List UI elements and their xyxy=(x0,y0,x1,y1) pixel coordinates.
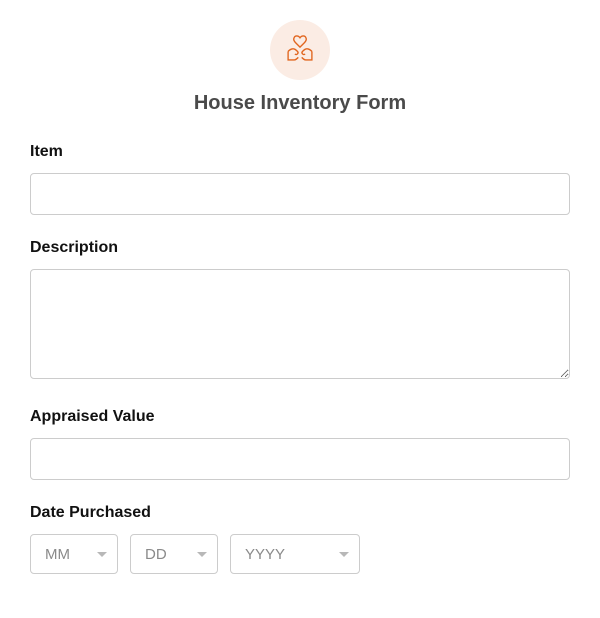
form-title: House Inventory Form xyxy=(30,92,570,115)
appraised-value-input[interactable] xyxy=(30,438,570,480)
form-container: House Inventory Form Item Description Ap… xyxy=(0,0,600,618)
month-placeholder: MM xyxy=(45,546,91,563)
field-item: Item xyxy=(30,143,570,215)
item-input[interactable] xyxy=(30,173,570,215)
item-label: Item xyxy=(30,143,570,161)
field-appraised-value: Appraised Value xyxy=(30,408,570,480)
year-placeholder: YYYY xyxy=(245,546,333,563)
description-input[interactable] xyxy=(30,269,570,379)
appraised-value-label: Appraised Value xyxy=(30,408,570,426)
chevron-down-icon xyxy=(97,552,107,557)
day-select[interactable]: DD xyxy=(130,534,218,574)
year-select[interactable]: YYYY xyxy=(230,534,360,574)
date-row: MM DD YYYY xyxy=(30,534,570,574)
form-header: House Inventory Form xyxy=(30,20,570,115)
hands-heart-icon xyxy=(283,31,317,70)
description-label: Description xyxy=(30,239,570,257)
field-date-purchased: Date Purchased MM DD YYYY xyxy=(30,504,570,574)
header-icon-circle xyxy=(270,20,330,80)
chevron-down-icon xyxy=(339,552,349,557)
chevron-down-icon xyxy=(197,552,207,557)
date-purchased-label: Date Purchased xyxy=(30,504,570,522)
day-placeholder: DD xyxy=(145,546,191,563)
month-select[interactable]: MM xyxy=(30,534,118,574)
field-description: Description xyxy=(30,239,570,384)
